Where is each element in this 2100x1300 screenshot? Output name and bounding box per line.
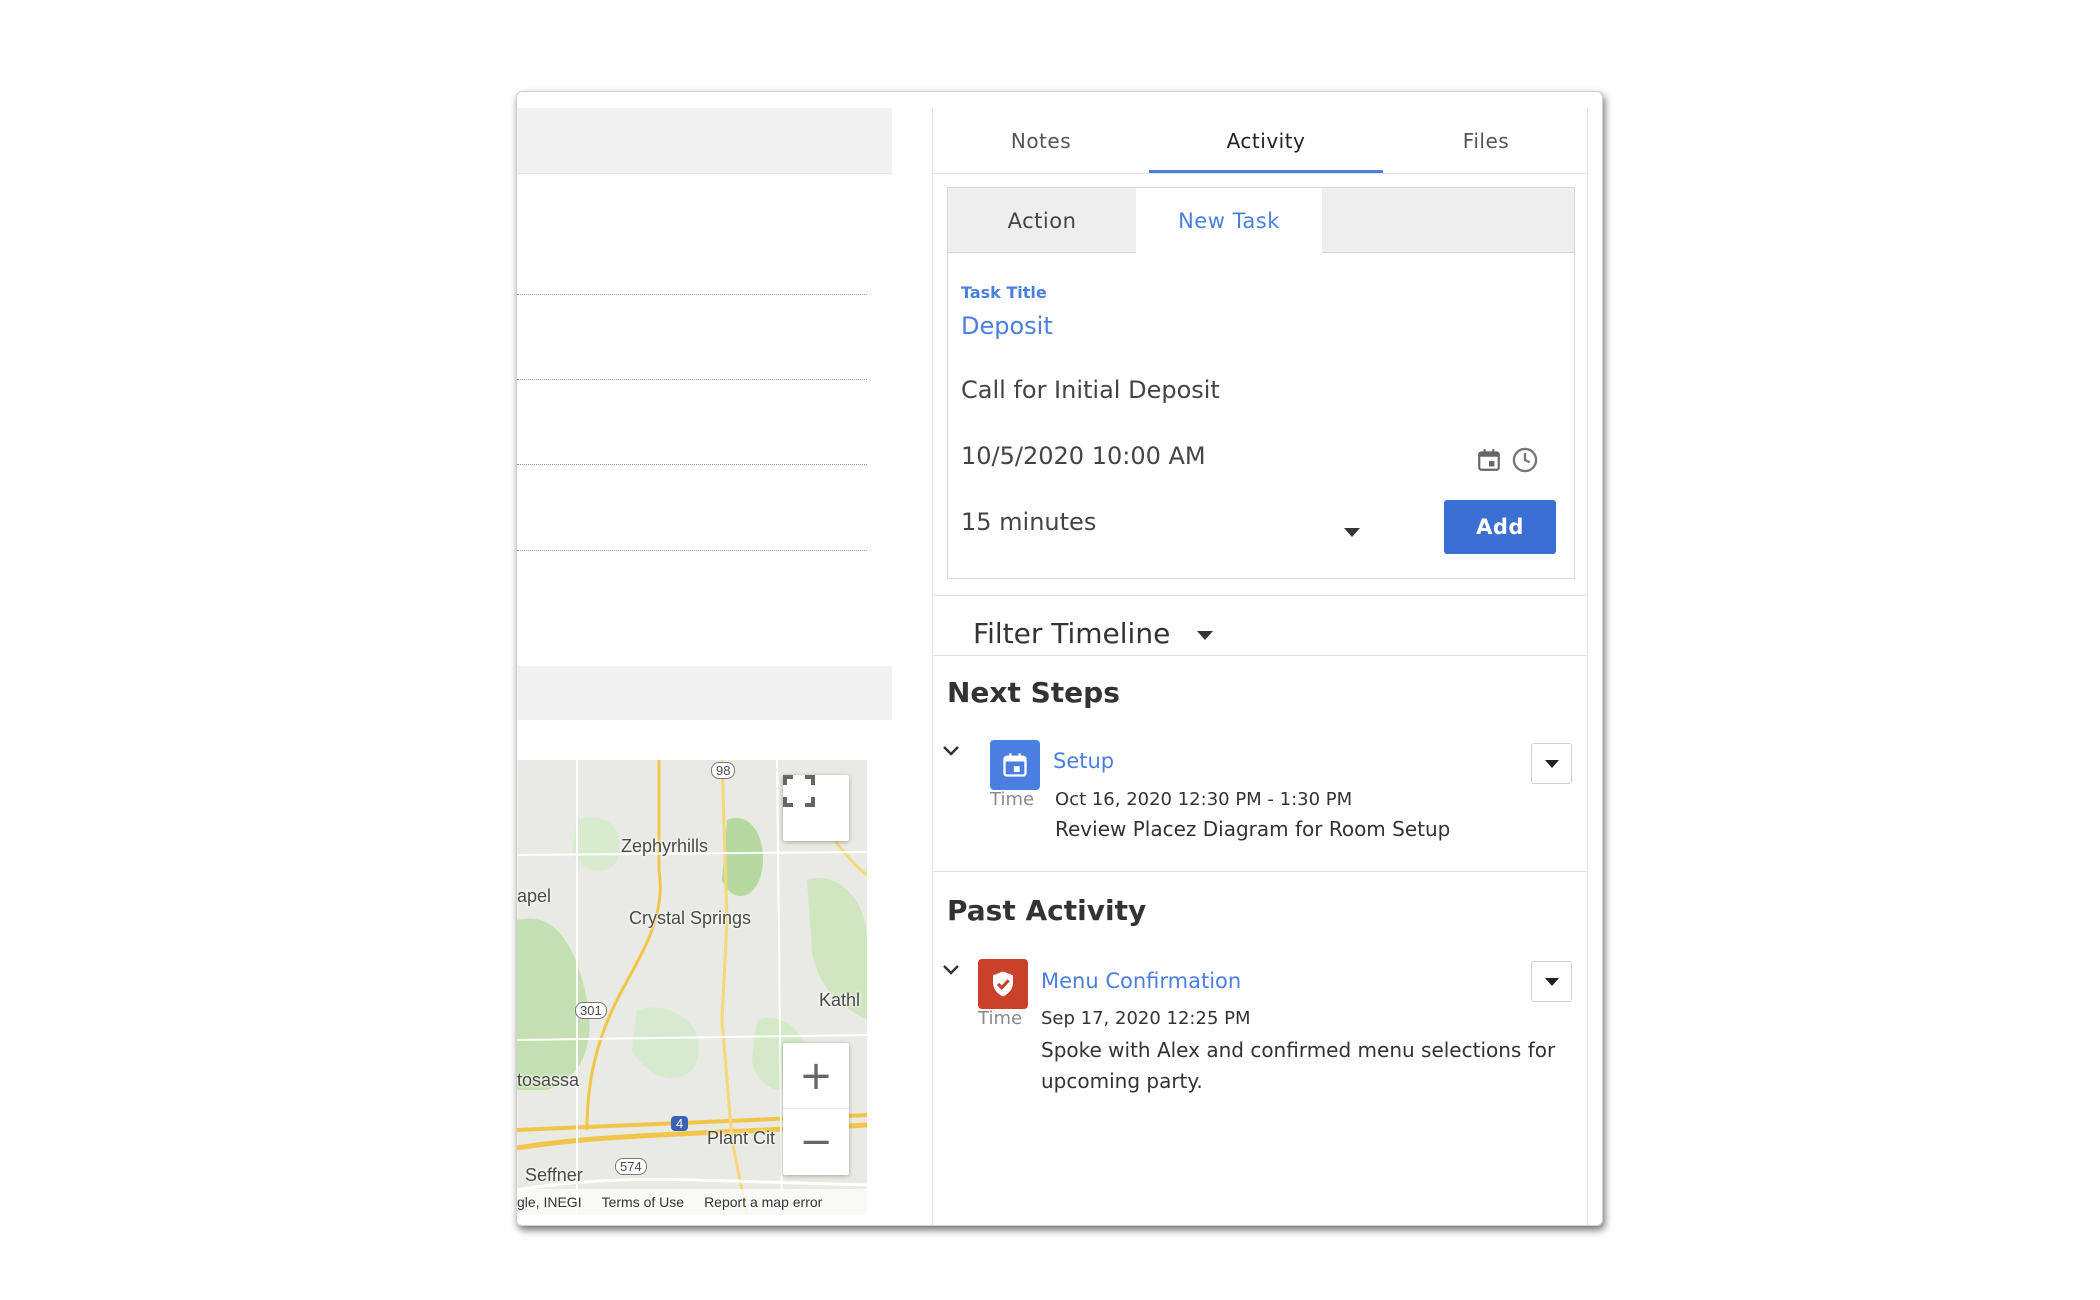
- row-divider: [517, 464, 867, 465]
- chevron-down-icon[interactable]: [1344, 528, 1360, 537]
- time-label: Time: [990, 789, 1035, 810]
- divider: [933, 871, 1587, 872]
- subtab-action[interactable]: Action: [948, 188, 1136, 253]
- row-divider: [517, 379, 867, 380]
- time-label: Time: [978, 1008, 1023, 1029]
- clock-icon: [1512, 447, 1538, 473]
- interstate-shield: 4: [671, 1116, 689, 1131]
- past-activity-title: Past Activity: [947, 894, 1147, 927]
- row-divider: [517, 550, 867, 551]
- task-datetime-input[interactable]: 10/5/2020 10:00 AM: [961, 442, 1206, 470]
- subtab-new-task[interactable]: New Task: [1136, 188, 1322, 253]
- event-title-link[interactable]: Menu Confirmation: [1041, 969, 1241, 993]
- task-subtabs: Action New Task: [948, 188, 1574, 253]
- event-title-link[interactable]: Setup: [1053, 749, 1114, 773]
- zoom-out-button[interactable]: −: [783, 1109, 849, 1175]
- shield-check-icon: [978, 959, 1028, 1009]
- map[interactable]: Zephyrhills Crystal Springs apel Kathl t…: [517, 760, 867, 1215]
- map-attribution: gle, INEGI: [517, 1194, 582, 1210]
- task-description-input[interactable]: Call for Initial Deposit: [961, 376, 1220, 404]
- event-time: Oct 16, 2020 12:30 PM - 1:30 PM: [1055, 789, 1353, 810]
- road-shield: 301: [575, 1002, 607, 1019]
- panel-tabs: Notes Activity Files: [933, 108, 1589, 174]
- map-place-label: Crystal Springs: [629, 908, 752, 928]
- add-task-button[interactable]: Add: [1444, 500, 1556, 554]
- row-divider: [517, 294, 867, 295]
- tab-files[interactable]: Files: [1383, 108, 1589, 174]
- report-map-error-link[interactable]: Report a map error: [704, 1194, 822, 1210]
- calendar-icon: [1478, 449, 1500, 471]
- app-window: Zephyrhills Crystal Springs apel Kathl t…: [516, 91, 1603, 1226]
- map-place-label: Seffner: [525, 1165, 583, 1185]
- collapse-chevron-icon[interactable]: [940, 740, 962, 762]
- road-shield: 574: [615, 1158, 647, 1175]
- zoom-in-button[interactable]: +: [783, 1043, 849, 1109]
- divider: [933, 655, 1587, 656]
- task-title-label: Task Title: [961, 283, 1047, 302]
- new-task-form: Action New Task Task Title Deposit Call …: [947, 187, 1575, 579]
- chevron-down-icon: [1197, 630, 1214, 640]
- fullscreen-icon: [783, 775, 815, 807]
- zoom-controls: + −: [783, 1043, 849, 1175]
- filter-timeline-dropdown[interactable]: Filter Timeline: [973, 617, 1214, 650]
- filter-timeline-label: Filter Timeline: [973, 617, 1171, 650]
- terms-link[interactable]: Terms of Use: [602, 1194, 684, 1210]
- activity-panel: Notes Activity Files Action New Task Tas…: [932, 108, 1589, 1225]
- task-title-input[interactable]: Deposit: [961, 312, 1053, 340]
- collapse-chevron-icon[interactable]: [940, 959, 962, 981]
- event-description: Spoke with Alex and confirmed menu selec…: [1041, 1038, 1556, 1093]
- chevron-down-icon: [1544, 759, 1559, 768]
- calendar-picker-button[interactable]: [1474, 445, 1504, 475]
- chevron-down-icon: [1544, 977, 1559, 986]
- map-place-label: apel: [517, 886, 552, 906]
- tab-notes[interactable]: Notes: [933, 108, 1149, 174]
- time-picker-button[interactable]: [1510, 445, 1540, 475]
- event-menu-button[interactable]: [1531, 961, 1572, 1002]
- event-time: Sep 17, 2020 12:25 PM: [1041, 1008, 1251, 1029]
- map-place-label: tosassa: [517, 1070, 580, 1090]
- duration-select[interactable]: 15 minutes: [961, 508, 1096, 536]
- map-footer: gle, INEGI Terms of Use Report a map err…: [517, 1189, 867, 1215]
- event-description: Review Placez Diagram for Room Setup: [1055, 817, 1451, 841]
- fullscreen-button[interactable]: [783, 775, 849, 841]
- tab-activity[interactable]: Activity: [1149, 108, 1383, 174]
- road-shield: 98: [711, 762, 736, 779]
- active-tab-indicator: [1149, 170, 1383, 173]
- next-steps-title: Next Steps: [947, 676, 1120, 709]
- calendar-icon: [990, 740, 1040, 790]
- map-place-label: Plant Cit: [707, 1128, 776, 1148]
- event-menu-button[interactable]: [1531, 743, 1572, 784]
- divider: [933, 595, 1587, 596]
- details-header: [517, 108, 892, 174]
- details-pane: Zephyrhills Crystal Springs apel Kathl t…: [517, 108, 892, 1225]
- map-place-label: Kathl: [819, 990, 861, 1010]
- map-place-label: Zephyrhills: [621, 836, 709, 856]
- map-section-header: [517, 666, 892, 720]
